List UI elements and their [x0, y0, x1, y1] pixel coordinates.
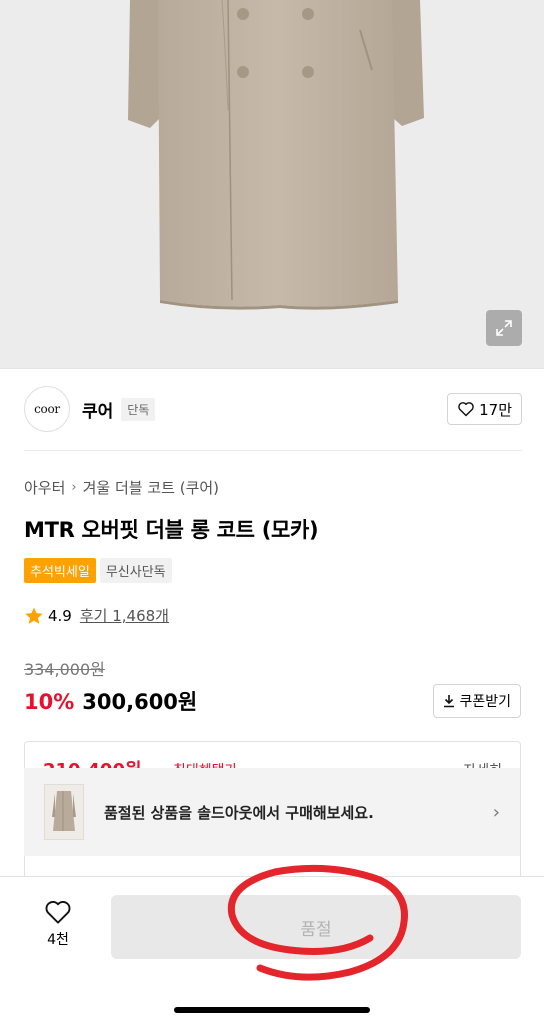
soldout-banner-text: 품절된 상품을 솔드아웃에서 구매해보세요. — [104, 803, 374, 822]
brand-name[interactable]: 쿠어 — [82, 397, 113, 422]
download-icon — [444, 695, 455, 708]
coupon-label: 쿠폰받기 — [459, 694, 511, 710]
wishlist-count: 4천 — [47, 932, 69, 948]
breadcrumb: 아우터 › 겨울 더블 코트 (쿠어) — [24, 477, 219, 498]
breadcrumb-item-category[interactable]: 아우터 — [24, 477, 65, 498]
price-row: 10% 300,600원 — [24, 686, 197, 716]
brand-logo[interactable]: coor — [24, 386, 70, 432]
expand-icon — [496, 320, 512, 336]
product-tags: 추석빅세일 무신사단독 — [24, 558, 172, 583]
heart-icon — [45, 901, 71, 924]
coat-thumbnail-icon — [52, 791, 76, 831]
original-price: 334,000원 — [24, 660, 105, 679]
breadcrumb-item-subcategory[interactable]: 겨울 더블 코트 (쿠어) — [83, 477, 219, 498]
home-indicator — [174, 1007, 370, 1013]
product-thumbnail — [44, 784, 84, 840]
product-image[interactable] — [0, 0, 544, 368]
brand-row: coor 쿠어 단독 17만 — [24, 385, 522, 433]
sale-tag: 추석빅세일 — [24, 558, 96, 583]
divider — [0, 368, 544, 369]
rating-row: 4.9 후기 1,468개 — [24, 605, 169, 626]
soldout-button[interactable]: 품절 — [111, 895, 521, 959]
discount-rate: 10% — [24, 690, 75, 714]
product-title: MTR 오버핏 더블 롱 코트 (모카) — [24, 518, 319, 542]
rating-score: 4.9 — [48, 606, 72, 625]
star-icon — [25, 607, 43, 624]
chevron-right-icon: › — [492, 801, 500, 823]
brand-like-button[interactable]: 17만 — [447, 393, 522, 425]
coat-illustration — [0, 0, 544, 368]
exclusive-tag: 무신사단독 — [99, 558, 172, 583]
chevron-right-icon: › — [71, 480, 77, 495]
heart-icon — [458, 402, 474, 417]
coupon-button[interactable]: 쿠폰받기 — [433, 684, 521, 718]
wishlist-button[interactable]: 4천 — [24, 899, 92, 949]
sale-price: 300,600원 — [82, 690, 198, 714]
soldout-resale-banner[interactable]: 품절된 상품을 솔드아웃에서 구매해보세요. › — [24, 768, 520, 856]
soldout-label: 품절 — [300, 919, 332, 940]
expand-image-button[interactable] — [486, 310, 522, 346]
brand-exclusive-badge: 단독 — [121, 397, 156, 421]
reviews-link[interactable]: 후기 1,468개 — [80, 605, 169, 626]
bottom-action-bar: 4천 품절 — [0, 876, 544, 1024]
divider — [24, 450, 522, 451]
brand-like-count: 17만 — [479, 400, 512, 419]
